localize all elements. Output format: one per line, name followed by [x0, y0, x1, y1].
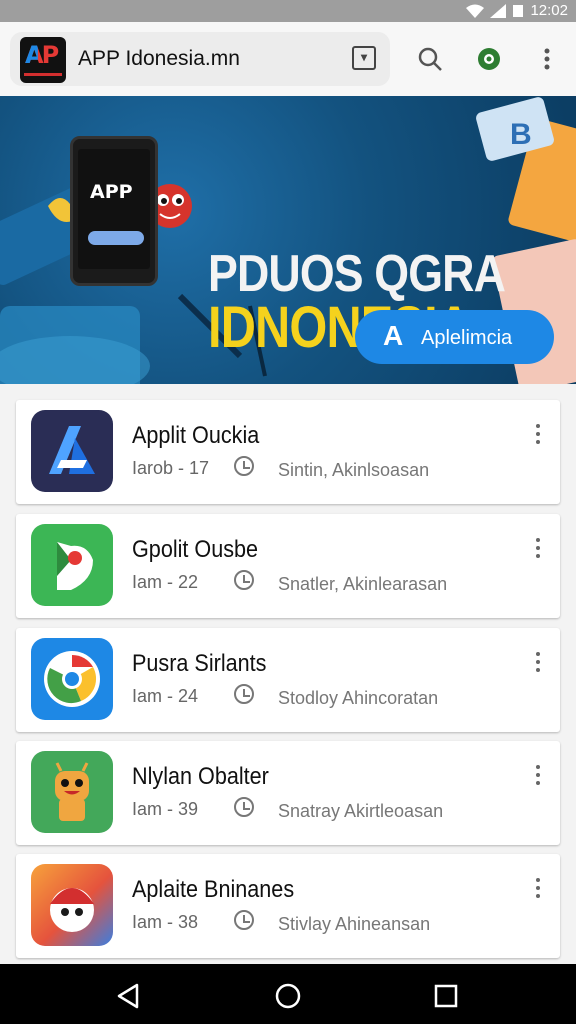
clock-icon — [234, 910, 254, 930]
extension-button[interactable] — [474, 44, 504, 74]
recents-square-icon — [434, 984, 458, 1008]
app-description: Sintin, Akinlsoasan — [278, 460, 430, 480]
address-bar[interactable]: AP AP APP Idonesia.mn ▾ — [10, 32, 390, 86]
item-more-button[interactable] — [528, 876, 548, 900]
item-more-button[interactable] — [528, 422, 548, 446]
azure-a-icon — [31, 410, 113, 492]
app-meta: Iam - 39 — [132, 799, 199, 819]
search-icon — [418, 47, 442, 71]
list-item[interactable]: Nlylan Obalter Iam - 39 Snatray Akirtleo… — [16, 741, 560, 845]
android-robot-icon — [31, 751, 113, 833]
banner-cta-button[interactable]: A Aplelimcia — [355, 310, 554, 364]
item-more-button[interactable] — [528, 650, 548, 674]
phone-logo-text: APP — [90, 181, 133, 203]
chrome-icon — [31, 638, 113, 720]
item-more-button[interactable] — [528, 763, 548, 787]
app-logo: AP AP — [20, 37, 66, 83]
clock-time: 12:02 — [530, 2, 568, 19]
app-meta: Iarob - 17 — [132, 458, 210, 478]
app-meta: Iam - 24 — [132, 686, 199, 706]
app-store-a-icon: A — [383, 320, 404, 351]
app-name: Nlylan Obalter — [132, 763, 269, 790]
app-bar: AP AP APP Idonesia.mn ▾ — [0, 22, 576, 96]
svg-text:B: B — [510, 118, 532, 151]
app-meta: Iam - 22 — [132, 572, 199, 592]
battery-icon — [513, 4, 524, 17]
app-name: Pusra Sirlants — [132, 650, 267, 677]
page-title: APP Idonesia.mn — [78, 47, 240, 70]
recents-button[interactable] — [428, 978, 464, 1014]
system-nav-bar — [0, 964, 576, 1024]
home-button[interactable] — [270, 978, 306, 1014]
signal-icon — [490, 3, 507, 18]
home-circle-icon — [275, 983, 301, 1009]
app-name: Gpolit Ousbe — [132, 536, 259, 563]
back-triangle-icon — [117, 983, 139, 1009]
cta-label: Aplelimcia — [421, 327, 513, 349]
app-name: Applit Ouckia — [132, 422, 260, 449]
clock-icon — [234, 797, 254, 817]
gear-shield-icon — [478, 48, 500, 70]
wifi-icon — [466, 4, 485, 18]
list-item[interactable]: Applit Ouckia Iarob - 17 Sintin, Akinlso… — [16, 400, 560, 504]
status-bar: 12:02 — [0, 0, 576, 22]
app-description: Snatler, Akinlearasan — [278, 574, 448, 594]
back-button[interactable] — [110, 978, 146, 1014]
phone-illustration: APP — [70, 136, 158, 286]
list-item[interactable]: Pusra Sirlants Iam - 24 Stodloy Ahincora… — [16, 628, 560, 732]
tab-switcher-icon[interactable]: ▾ — [352, 46, 376, 70]
clock-icon — [234, 456, 254, 476]
item-more-button[interactable] — [528, 536, 548, 560]
search-button[interactable] — [415, 44, 445, 74]
mascot-icon — [31, 864, 113, 946]
app-description: Snatray Akirtleoasan — [278, 801, 444, 821]
more-vert-icon — [544, 48, 550, 70]
clock-icon — [234, 570, 254, 590]
app-name: Aplaite Bninanes — [132, 876, 295, 903]
app-description: Stodloy Ahincoratan — [278, 688, 439, 708]
green-flag-icon — [31, 524, 113, 606]
overflow-menu-button[interactable] — [532, 44, 562, 74]
list-item[interactable]: Aplaite Bninanes Iam - 38 Stivlay Ahinea… — [16, 854, 560, 958]
app-list: Applit Ouckia Iarob - 17 Sintin, Akinlso… — [0, 384, 576, 964]
app-description: Stivlay Ahineansan — [278, 914, 431, 934]
app-meta: Iam - 38 — [132, 912, 199, 932]
clock-icon — [234, 684, 254, 704]
list-item[interactable]: Gpolit Ousbe Iam - 22 Snatler, Akinleara… — [16, 514, 560, 618]
